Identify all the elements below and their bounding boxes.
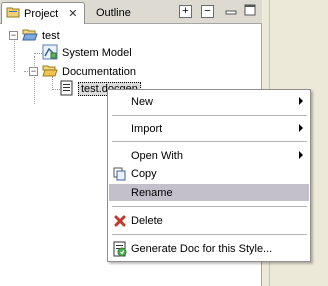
menu-item-label: New: [131, 95, 154, 108]
menu-item-copy[interactable]: Copy: [109, 165, 309, 182]
menu-separator: [112, 141, 307, 142]
context-menu: New Import Open With Copy Rename Delete …: [107, 89, 311, 262]
menu-item-label: Import: [131, 122, 163, 135]
menu-item-import[interactable]: Import: [109, 120, 309, 137]
tree-item-label: test: [42, 30, 60, 42]
menu-item-label: Rename: [131, 186, 173, 199]
close-icon[interactable]: ✕: [68, 7, 77, 20]
menu-separator: [112, 234, 307, 235]
tab-project-label: Project: [24, 7, 59, 20]
submenu-arrow-icon: [299, 151, 303, 159]
submenu-arrow-icon: [299, 97, 303, 105]
project-view-icon: [6, 6, 20, 21]
maximize-icon[interactable]: [243, 3, 257, 17]
tab-outline-label: Outline: [96, 7, 131, 19]
menu-separator: [112, 206, 307, 207]
tree-connector: [52, 89, 60, 90]
tree-connector: [34, 56, 35, 104]
menu-item-label: Delete: [131, 214, 163, 227]
menu-item-new[interactable]: New: [109, 93, 309, 110]
generate-doc-icon: [109, 241, 131, 257]
menu-separator: [112, 115, 307, 116]
tab-project[interactable]: Project ✕: [1, 2, 85, 24]
menu-item-label: Copy: [131, 167, 157, 180]
open-project-folder-icon: [22, 28, 38, 45]
view-tab-bar: Project ✕ Outline + −: [0, 0, 262, 24]
collapse-toggle-icon[interactable]: −: [9, 31, 18, 40]
menu-item-open-with[interactable]: Open With: [109, 147, 309, 164]
tree-item-label: System Model: [62, 47, 132, 59]
copy-icon: [109, 166, 131, 182]
tree-connector: [14, 38, 15, 72]
tree-item-test[interactable]: test: [22, 28, 60, 44]
tree-item-system-model[interactable]: System Model: [42, 44, 132, 63]
minimize-icon[interactable]: [224, 3, 238, 17]
tab-outline[interactable]: Outline: [92, 2, 142, 24]
menu-item-rename[interactable]: Rename: [109, 184, 309, 201]
menu-item-generate-doc[interactable]: Generate Doc for this Style...: [109, 240, 309, 257]
menu-item-delete[interactable]: Delete: [109, 212, 309, 229]
model-icon: [42, 44, 58, 63]
menu-item-label: Open With: [131, 149, 183, 162]
collapse-toggle-icon[interactable]: −: [29, 67, 38, 76]
tree-item-label: Documentation: [62, 66, 136, 78]
submenu-arrow-icon: [299, 124, 303, 132]
open-folder-icon: [42, 64, 58, 81]
expand-all-icon[interactable]: +: [179, 5, 192, 18]
collapse-all-icon[interactable]: −: [201, 5, 214, 18]
menu-item-label: Generate Doc for this Style...: [131, 242, 273, 255]
document-file-icon: [60, 80, 74, 99]
tree-item-documentation[interactable]: Documentation: [42, 64, 136, 80]
delete-icon: [109, 213, 131, 229]
